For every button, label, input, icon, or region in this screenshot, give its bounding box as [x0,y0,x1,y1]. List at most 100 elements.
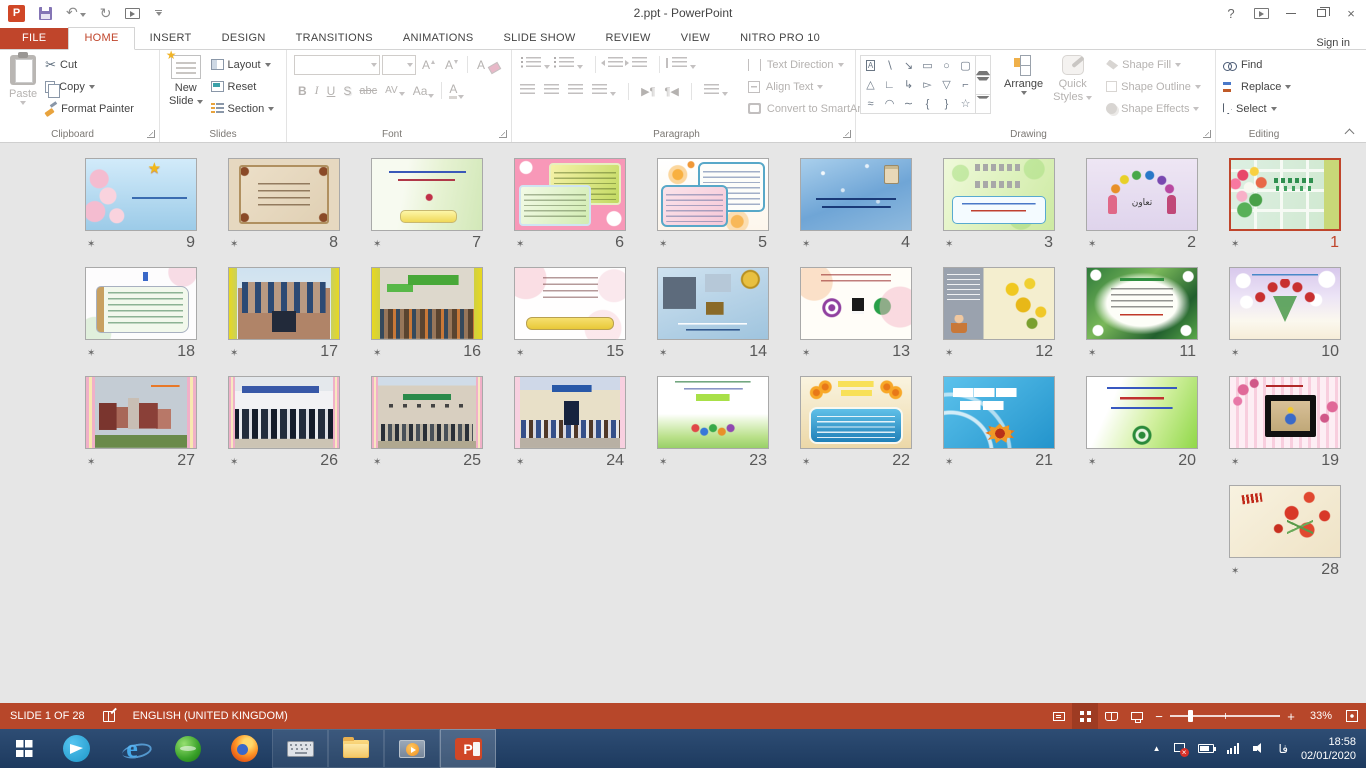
new-slide-button[interactable]: New Slide [164,53,208,123]
slide-3-thumbnail[interactable] [943,158,1055,231]
font-size-combo[interactable] [382,55,416,75]
align-left-button[interactable] [520,84,535,99]
taskbar-clock[interactable]: 18:58 02/01/2020 [1301,735,1356,763]
arrange-button[interactable]: Arrange [999,53,1048,123]
tab-file[interactable]: FILE [0,28,68,49]
cut-button[interactable]: ✂Cut [42,54,137,75]
show-hidden-icons-button[interactable]: ▲ [1153,744,1161,753]
select-button[interactable]: Select [1220,98,1294,119]
tab-slide-show[interactable]: SLIDE SHOW [488,28,590,49]
taskbar-telegram[interactable] [48,729,104,768]
shrink-font-button[interactable]: A [441,58,462,72]
shape-arrow[interactable]: ↘ [899,56,918,75]
reset-button[interactable]: Reset [208,76,278,97]
drawing-dialog-launcher[interactable] [1203,130,1211,138]
slide-2-thumbnail[interactable]: تعاون [1086,158,1198,231]
shape-fill-button[interactable]: Shape Fill [1103,54,1204,75]
input-language-indicator[interactable]: فا [1279,742,1288,756]
align-center-button[interactable] [544,84,559,99]
shape-scribble[interactable]: ≈ [861,94,880,113]
reading-view-button[interactable] [1098,703,1124,729]
shape-rectangle[interactable]: ▭ [918,56,937,75]
shape-gallery-scrollbar[interactable] [976,55,991,114]
zoom-out-button[interactable]: − [1150,709,1168,724]
start-button[interactable] [0,729,48,768]
bullets-button[interactable] [526,57,550,72]
start-slideshow-icon[interactable] [125,8,140,19]
quick-styles-button[interactable]: Quick Styles [1048,53,1097,123]
taskbar-file-explorer[interactable] [328,729,384,768]
line-spacing-button[interactable] [672,57,696,72]
slide-14-thumbnail[interactable] [657,267,769,340]
slide-7-thumbnail[interactable] [371,158,483,231]
slide-24-thumbnail[interactable] [514,376,626,449]
shape-curve[interactable]: ∼ [899,94,918,113]
shape-outline-button[interactable]: Shape Outline [1103,76,1204,97]
help-button[interactable]: ? [1216,0,1246,26]
rtl-text-direction-icon[interactable]: ¶◀ [664,85,678,98]
shape-star[interactable]: ☆ [956,94,975,113]
ribbon-display-options-button[interactable] [1246,0,1276,26]
font-name-combo[interactable] [294,55,380,75]
justify-button[interactable] [592,84,616,99]
font-color-button[interactable]: A [445,82,468,99]
tab-design[interactable]: DESIGN [207,28,281,49]
action-center-flag-icon[interactable] [1174,743,1185,755]
slide-8-thumbnail[interactable] [228,158,340,231]
zoom-slider[interactable] [1170,715,1280,717]
zoom-in-button[interactable]: + [1282,709,1300,724]
slide-4-thumbnail[interactable] [800,158,912,231]
slide-9-thumbnail[interactable] [85,158,197,231]
strikethrough-button[interactable]: abc [355,85,381,97]
shape-line[interactable]: ∖ [880,56,899,75]
shape-left-brace[interactable]: { [918,94,937,113]
slide-22-thumbnail[interactable] [800,376,912,449]
tab-transitions[interactable]: TRANSITIONS [281,28,388,49]
decrease-indent-button[interactable] [608,57,623,72]
slide-10-thumbnail[interactable] [1229,267,1341,340]
battery-icon[interactable] [1198,744,1214,753]
bold-button[interactable]: B [294,84,311,98]
tab-animations[interactable]: ANIMATIONS [388,28,489,49]
slide-25-thumbnail[interactable] [371,376,483,449]
powerpoint-app-icon[interactable]: P [8,5,25,22]
taskbar-powerpoint[interactable]: P [440,729,496,768]
slide-1-thumbnail-selected[interactable] [1229,158,1341,231]
slide-12-thumbnail[interactable] [943,267,1055,340]
shapes-scroll-up[interactable] [976,56,990,75]
shape-effects-button[interactable]: Shape Effects [1103,98,1204,119]
shape-block-arrow-right[interactable]: ▻ [918,75,937,94]
slide-28-thumbnail[interactable] [1229,485,1341,558]
shape-gallery[interactable]: A ∖ ↘ ▭ ○ ▢ △ ∟ ↳ ▻ ▽ ⌐ ≈ ◠ ∼ { } [860,55,976,114]
language-indicator[interactable]: ENGLISH (UNITED KINGDOM) [133,710,288,722]
slide-indicator[interactable]: SLIDE 1 OF 28 [10,710,85,722]
format-painter-button[interactable]: Format Painter [42,98,137,119]
clear-formatting-button[interactable]: A [473,58,504,72]
slide-sorter-view-button[interactable] [1072,703,1098,729]
tab-home[interactable]: HOME [68,27,134,50]
slide-21-thumbnail[interactable] [943,376,1055,449]
slide-show-button[interactable] [1124,703,1150,729]
font-dialog-launcher[interactable] [499,130,507,138]
shape-elbow[interactable]: ∟ [880,75,899,94]
slide-27-thumbnail[interactable] [85,376,197,449]
slide-17-thumbnail[interactable] [228,267,340,340]
replace-button[interactable]: Replace [1220,76,1294,97]
shape-textbox[interactable]: A [861,56,880,75]
shape-elbow-arrow[interactable]: ↳ [899,75,918,94]
customize-qat-button[interactable] [154,10,162,16]
shape-triangle[interactable]: △ [861,75,880,94]
slide-6-thumbnail[interactable] [514,158,626,231]
increase-indent-button[interactable] [632,57,647,72]
volume-icon[interactable] [1253,743,1266,754]
taskbar-green-app[interactable] [160,729,216,768]
italic-button[interactable]: I [311,83,323,98]
slide-sorter-view[interactable]: ✶9 ✶8 ✶7 ✶6 ✶5 ✶4 ✶3 تعاون✶2 ✶1 ✶18 ✶17 … [0,143,1366,703]
find-button[interactable]: Find [1220,54,1294,75]
taskbar-internet-explorer[interactable]: e [104,729,160,768]
collapse-ribbon-button[interactable] [1345,127,1354,136]
clipboard-dialog-launcher[interactable] [147,130,155,138]
shape-oval[interactable]: ○ [937,56,956,75]
shape-arc[interactable]: ◠ [880,94,899,113]
numbering-button[interactable] [559,57,583,72]
